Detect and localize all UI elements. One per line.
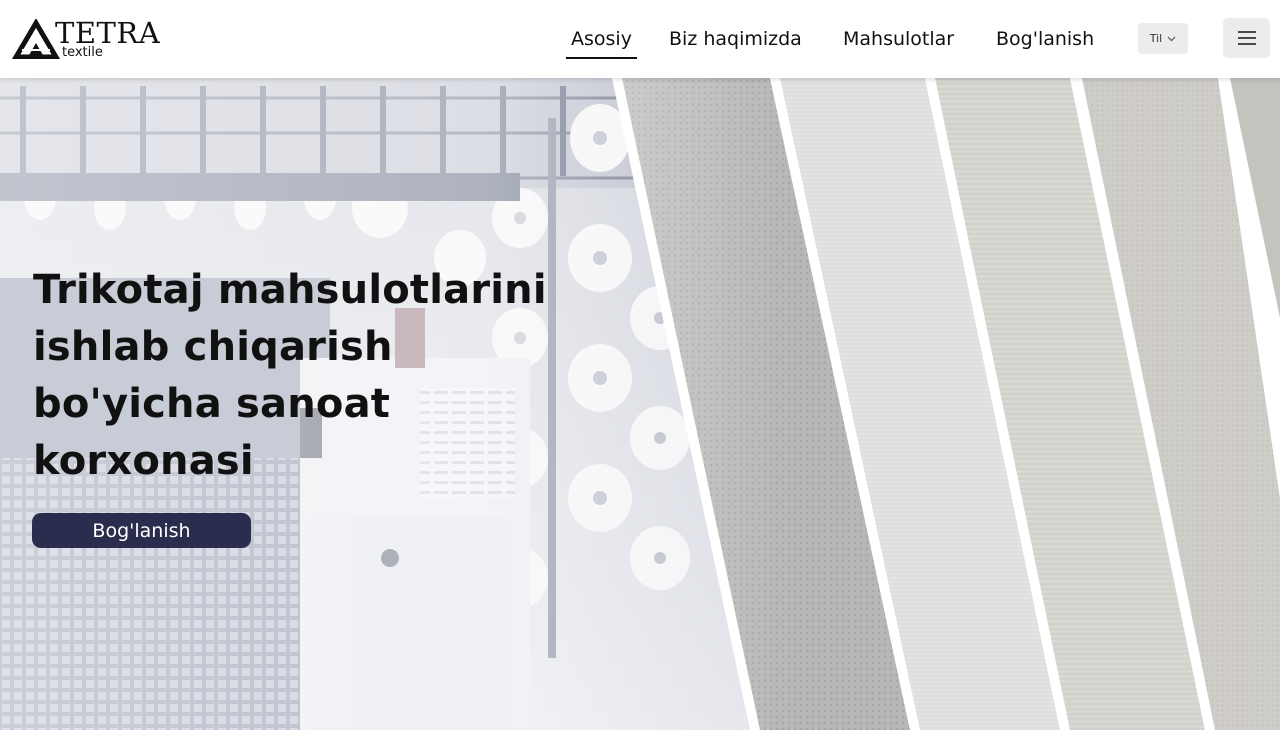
language-select[interactable]: Til <box>1138 23 1188 54</box>
nav-item-asosiy[interactable]: Asosiy <box>566 24 637 59</box>
hamburger-menu-icon <box>1237 31 1256 45</box>
site-header: TETRA textile Asosiy Biz haqimizda Mahsu… <box>0 0 1280 78</box>
brand-logo[interactable]: TETRA textile <box>12 16 162 63</box>
chevron-down-icon <box>1167 36 1176 41</box>
nav-item-mahsulotlar[interactable]: Mahsulotlar <box>843 24 954 54</box>
menu-button[interactable] <box>1223 18 1270 58</box>
language-label: Til <box>1149 32 1163 45</box>
brand-tagline: textile <box>62 45 103 60</box>
nav-item-boglanish[interactable]: Bog'lanish <box>996 24 1094 54</box>
hero-section: Trikotaj mahsulotlarini ishlab chiqarish… <box>0 78 1280 730</box>
tetra-triangle-icon <box>12 19 60 59</box>
hero-title: Trikotaj mahsulotlarini ishlab chiqarish… <box>33 267 547 484</box>
nav-item-biz-haqimizda[interactable]: Biz haqimizda <box>669 24 802 54</box>
contact-button[interactable]: Bog'lanish <box>32 513 251 548</box>
